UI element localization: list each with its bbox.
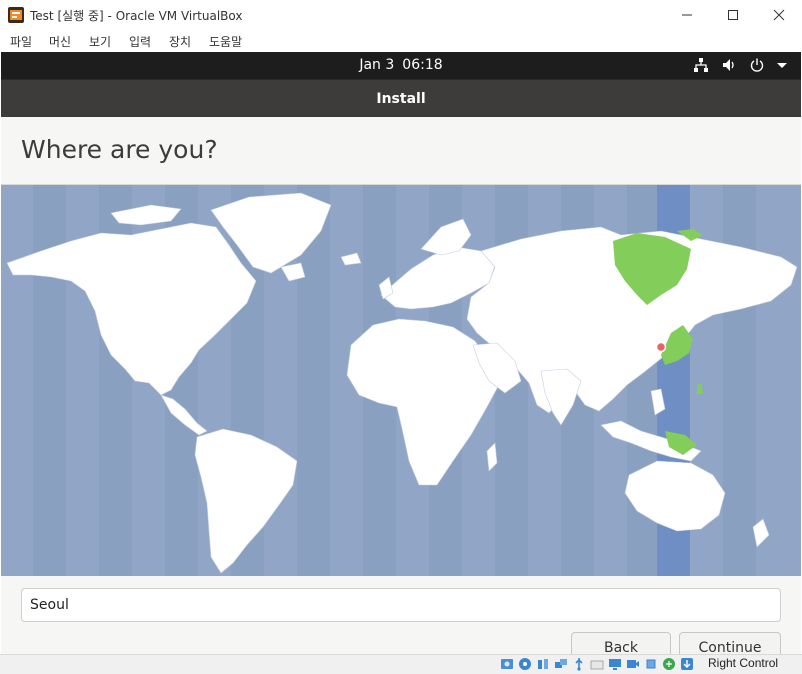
menu-view[interactable]: 보기 (89, 33, 111, 50)
page-heading: Where are you? (1, 117, 801, 185)
recording-icon[interactable] (626, 657, 640, 671)
minimize-button[interactable] (664, 0, 710, 30)
minimize-icon (682, 14, 692, 16)
installer-header: Install (1, 79, 801, 117)
maximize-icon (728, 10, 738, 20)
world-map-graphic (1, 185, 801, 576)
host-menu-bar: 파일 머신 보기 입력 장치 도움말 (0, 30, 802, 52)
close-button[interactable] (756, 0, 802, 30)
close-icon (773, 9, 785, 21)
host-status-bar: Right Control (0, 654, 802, 674)
clock-date: Jan 3 (359, 57, 395, 73)
mouse-integration-icon[interactable] (662, 657, 676, 671)
host-key-label: Right Control (708, 656, 779, 670)
installer-footer: Back Continue (1, 576, 801, 664)
host-title-bar: Test [실행 중] - Oracle VM VirtualBox (0, 0, 802, 30)
cpu-icon[interactable] (644, 657, 658, 671)
power-icon[interactable] (749, 57, 765, 73)
hard-disk-icon[interactable] (500, 657, 514, 671)
menu-machine[interactable]: 머신 (49, 33, 71, 50)
keyboard-capture-icon[interactable] (680, 657, 694, 671)
timezone-input[interactable] (21, 588, 781, 622)
clock-time: 06:18 (402, 57, 443, 73)
network-icon[interactable] (693, 57, 709, 73)
network-adapters-icon[interactable] (554, 657, 568, 671)
page-title: Where are you? (21, 135, 218, 164)
virtualbox-app-icon (8, 7, 24, 23)
timezone-map[interactable] (1, 185, 801, 576)
display-icon[interactable] (608, 657, 622, 671)
audio-icon[interactable] (536, 657, 550, 671)
menu-help[interactable]: 도움말 (209, 33, 242, 50)
guest-top-panel: Jan 3 06:18 (1, 52, 801, 79)
maximize-button[interactable] (710, 0, 756, 30)
location-pin-icon[interactable] (655, 341, 667, 353)
dropdown-arrow-icon[interactable] (774, 57, 790, 73)
optical-disk-icon[interactable] (518, 657, 532, 671)
volume-icon[interactable] (721, 57, 737, 73)
shared-folders-icon[interactable] (590, 657, 604, 671)
menu-input[interactable]: 입력 (129, 33, 151, 50)
window-title: Test [실행 중] - Oracle VM VirtualBox (30, 9, 243, 23)
menu-file[interactable]: 파일 (10, 33, 32, 50)
menu-devices[interactable]: 장치 (169, 33, 191, 50)
clock[interactable]: Jan 3 06:18 (1, 57, 801, 73)
usb-icon[interactable] (572, 657, 586, 671)
